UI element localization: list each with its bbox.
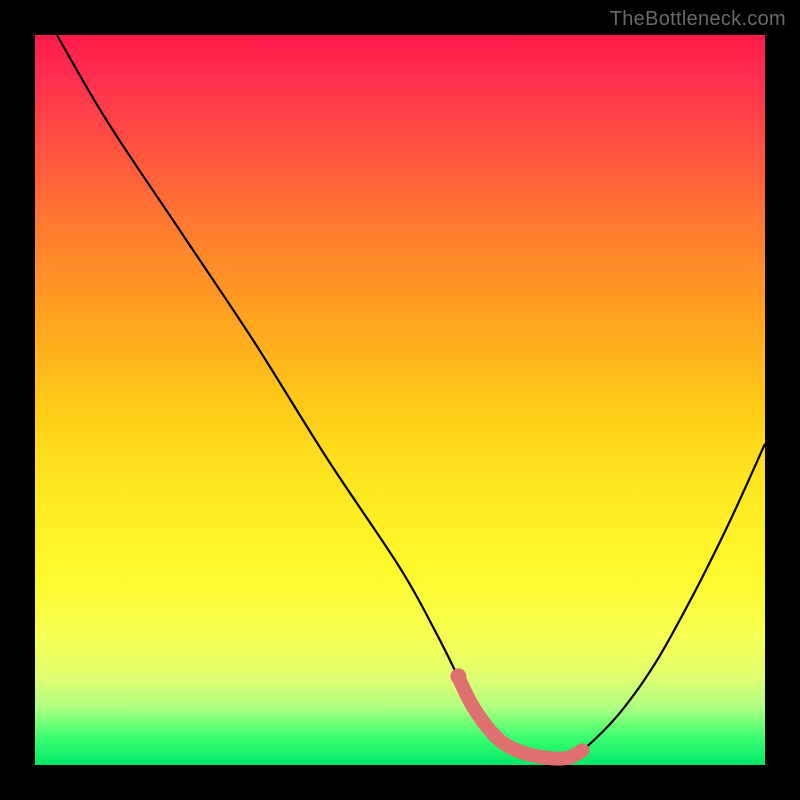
- chart-container: TheBottleneck.com: [0, 0, 800, 800]
- curve-svg: [35, 35, 765, 765]
- optimal-range-marker: [458, 677, 582, 758]
- bottleneck-curve-line: [57, 35, 765, 759]
- watermark-text: TheBottleneck.com: [610, 8, 786, 31]
- optimal-start-dot: [450, 668, 466, 684]
- plot-area: [35, 35, 765, 765]
